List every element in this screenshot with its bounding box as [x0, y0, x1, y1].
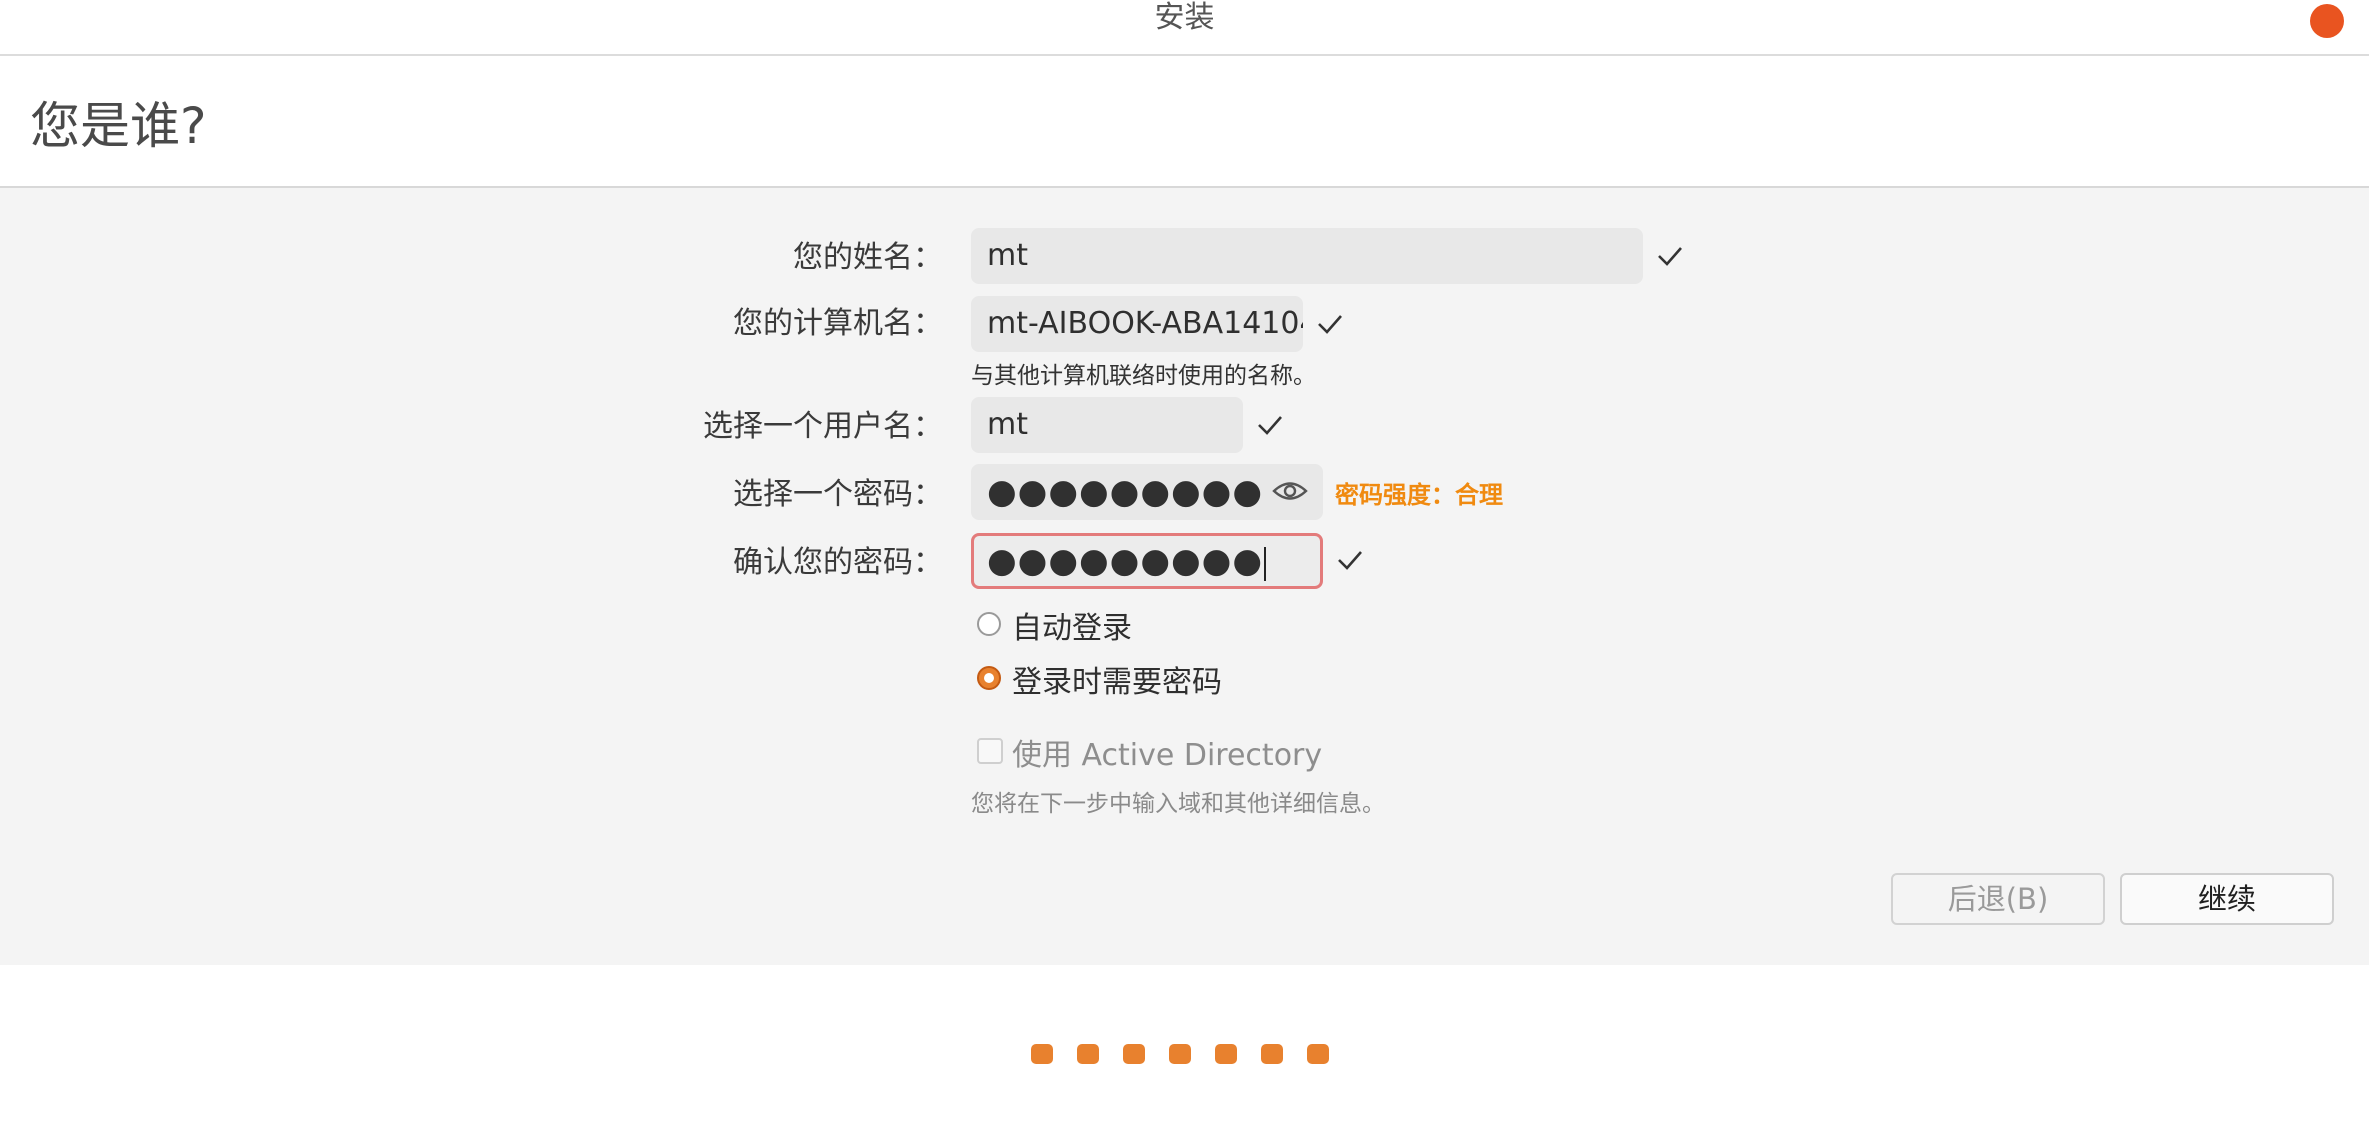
- show-password-eye-icon[interactable]: [1272, 478, 1308, 504]
- progress-step-dot: [1261, 1044, 1283, 1064]
- password-label: 选择一个密码：: [733, 477, 943, 512]
- name-label: 您的姓名：: [793, 240, 943, 275]
- progress-step-dot: [1169, 1044, 1191, 1064]
- installer-window: 安装 您是谁? 您的姓名： mt 您的计算机名： mt-AIBOOK-ABA14…: [0, 0, 2369, 1141]
- username-valid-check-icon: [1258, 416, 1282, 435]
- close-button[interactable]: [2310, 4, 2344, 38]
- password-field[interactable]: ●●●●●●●●●: [971, 464, 1323, 520]
- name-field-value: mt: [987, 238, 1028, 273]
- password-strength-label: 密码强度：合理: [1335, 481, 1503, 509]
- progress-step-dot: [1077, 1044, 1099, 1064]
- page-header: 您是谁?: [0, 56, 2369, 188]
- progress-step-dot: [1123, 1044, 1145, 1064]
- name-valid-check-icon: [1658, 247, 1682, 266]
- require-password-label[interactable]: 登录时需要密码: [1012, 657, 1222, 701]
- confirm-password-valid-check-icon: [1338, 551, 1362, 570]
- back-button[interactable]: 后退(B): [1891, 873, 2105, 925]
- auto-login-radio[interactable]: [977, 612, 1001, 636]
- confirm-password-field-value: ●●●●●●●●●: [987, 541, 1264, 581]
- name-field[interactable]: mt: [971, 228, 1643, 284]
- computer-name-hint: 与其他计算机联络时使用的名称。: [971, 363, 1316, 389]
- window-title: 安装: [1154, 0, 1215, 35]
- text-cursor: [1264, 546, 1267, 581]
- continue-button[interactable]: 继续: [2120, 873, 2334, 925]
- active-directory-hint: 您将在下一步中输入域和其他详细信息。: [971, 791, 1385, 817]
- username-label: 选择一个用户名：: [703, 409, 943, 444]
- page-title: 您是谁?: [30, 97, 207, 155]
- active-directory-label[interactable]: 使用 Active Directory: [1012, 730, 1322, 774]
- progress-step-dot: [1307, 1044, 1329, 1064]
- computer-name-field-value: mt-AIBOOK-ABA14104: [987, 306, 1303, 341]
- progress-step-dot: [1031, 1044, 1053, 1064]
- password-field-value: ●●●●●●●●●: [987, 472, 1264, 512]
- confirm-password-label: 确认您的密码：: [733, 545, 943, 580]
- require-password-radio[interactable]: [977, 666, 1001, 690]
- progress-step-dot: [1215, 1044, 1237, 1064]
- computer-name-field[interactable]: mt-AIBOOK-ABA14104: [971, 296, 1303, 352]
- auto-login-label[interactable]: 自动登录: [1012, 603, 1132, 647]
- computer-name-valid-check-icon: [1318, 315, 1342, 334]
- title-bar: 安装: [0, 0, 2369, 56]
- computer-name-label: 您的计算机名：: [733, 306, 943, 341]
- username-field[interactable]: mt: [971, 397, 1243, 453]
- confirm-password-field[interactable]: ●●●●●●●●●: [971, 533, 1323, 589]
- username-field-value: mt: [987, 407, 1028, 442]
- active-directory-checkbox[interactable]: [977, 738, 1003, 764]
